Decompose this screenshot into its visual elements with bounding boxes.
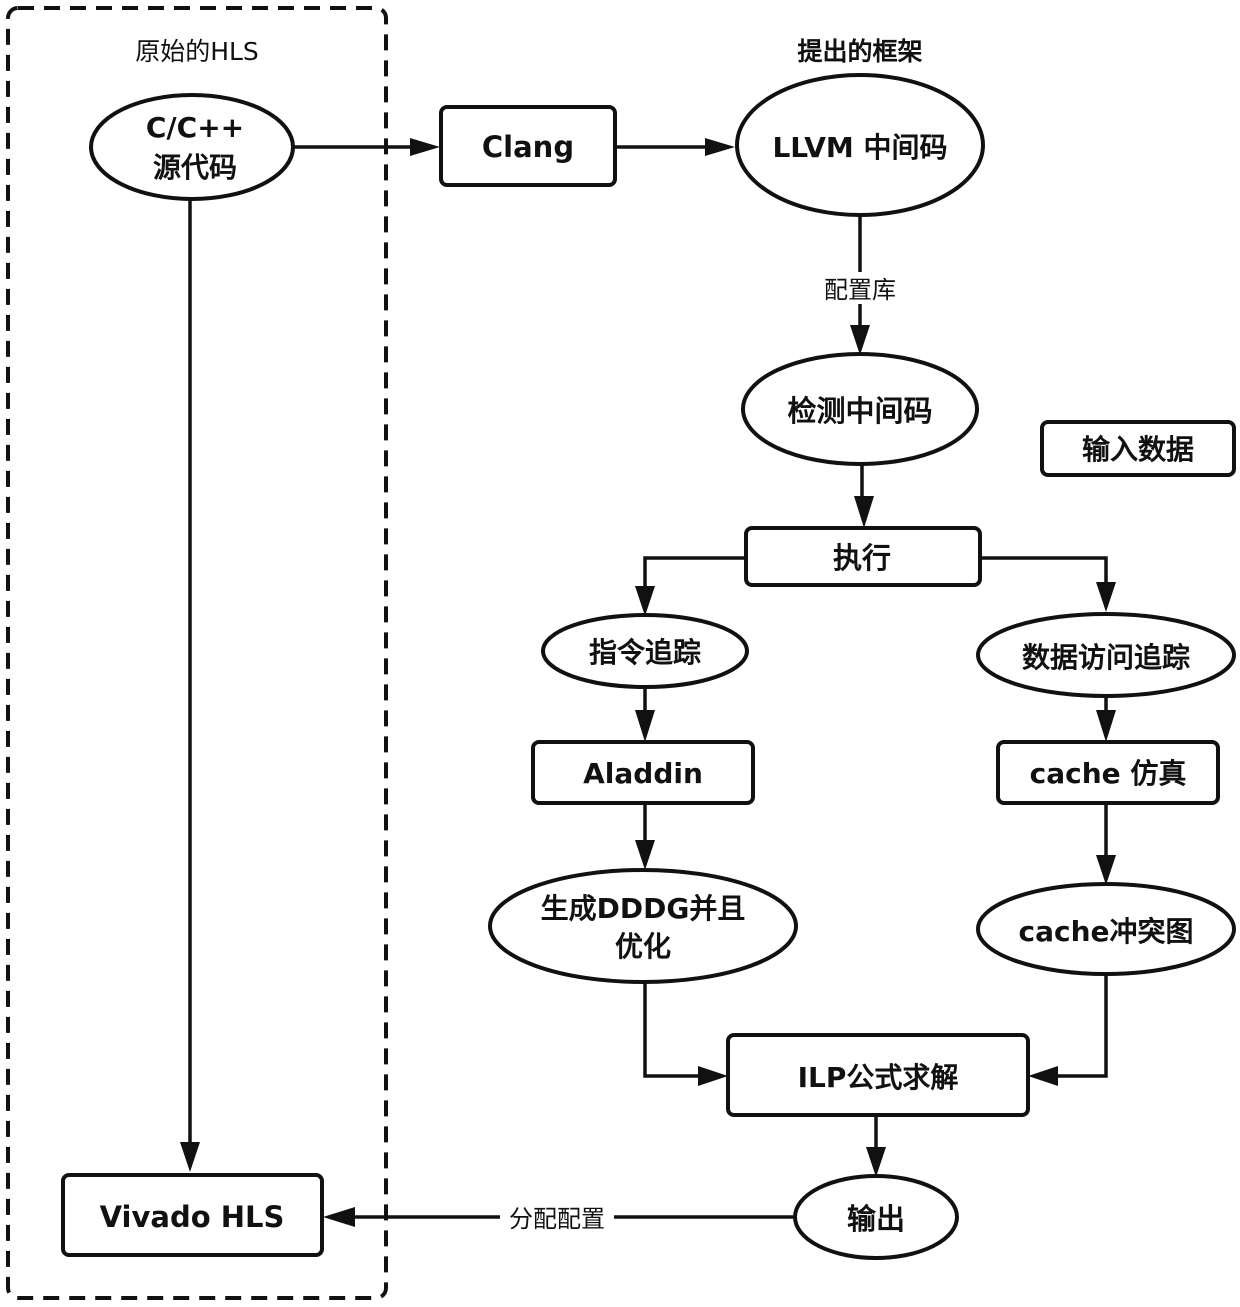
svg-text:Clang: Clang <box>482 130 574 164</box>
node-ilp-solve[interactable]: ILP公式求解 <box>726 1033 1030 1117</box>
edge-label-assign-config: 分配配置 <box>509 1205 605 1233</box>
svg-text:cache冲突图: cache冲突图 <box>1018 915 1193 948</box>
edge-conflict-ilp <box>1055 973 1108 1078</box>
edge-dddg-ilp <box>643 982 700 1078</box>
svg-text:C/C++: C/C++ <box>146 111 244 144</box>
arrowhead <box>635 840 655 870</box>
svg-text:cache 仿真: cache 仿真 <box>1030 757 1187 790</box>
node-instrumented-ir[interactable]: 检测中间码 <box>741 352 979 466</box>
edge-execute-inst-trace <box>643 556 746 590</box>
edge-label-config-lib: 配置库 <box>824 276 896 304</box>
svg-text:数据访问追踪: 数据访问追踪 <box>1022 641 1190 674</box>
arrowhead <box>854 496 874 528</box>
arrowhead <box>1028 1066 1058 1086</box>
node-llvm-ir[interactable]: LLVM 中间码 <box>735 73 985 217</box>
flowchart: 原始的HLS 提出的框架 配置库 分配配置 C/C++ 源代码 Clang LL… <box>6 6 1236 1300</box>
arrowhead <box>1096 582 1116 612</box>
svg-text:Aladdin: Aladdin <box>583 757 703 790</box>
svg-text:输入数据: 输入数据 <box>1082 433 1194 466</box>
original-hls-group-border <box>6 6 388 1300</box>
arrowhead <box>866 1147 886 1177</box>
arrowhead <box>410 138 440 156</box>
arrowhead <box>180 1142 200 1172</box>
svg-text:检测中间码: 检测中间码 <box>787 394 932 428</box>
arrowhead <box>705 138 735 156</box>
svg-text:LLVM 中间码: LLVM 中间码 <box>772 131 947 164</box>
node-execute[interactable]: 执行 <box>744 526 982 587</box>
node-clang[interactable]: Clang <box>439 105 617 187</box>
arrowhead <box>635 710 655 742</box>
svg-text:ILP公式求解: ILP公式求解 <box>798 1061 959 1094</box>
svg-text:生成DDDG并且: 生成DDDG并且 <box>541 892 746 925</box>
arrowhead <box>850 325 870 355</box>
node-aladdin[interactable]: Aladdin <box>531 740 755 805</box>
svg-text:执行: 执行 <box>833 541 891 575</box>
node-cache-conflict-graph[interactable]: cache冲突图 <box>976 882 1236 976</box>
node-cache-simulation[interactable]: cache 仿真 <box>996 740 1220 805</box>
arrowhead <box>698 1066 728 1086</box>
svg-text:输出: 输出 <box>847 1202 905 1236</box>
node-data-access-trace[interactable]: 数据访问追踪 <box>976 612 1236 698</box>
original-hls-group-title: 原始的HLS <box>135 37 259 66</box>
arrowhead <box>635 586 655 616</box>
arrowhead <box>1096 710 1116 742</box>
svg-text:Vivado HLS: Vivado HLS <box>100 1200 285 1234</box>
node-input-data[interactable]: 输入数据 <box>1040 420 1236 477</box>
svg-text:优化: 优化 <box>615 930 671 963</box>
arrowhead <box>323 1207 355 1227</box>
arrowhead <box>1096 855 1116 885</box>
node-dddg-optimize[interactable]: 生成DDDG并且 优化 <box>488 868 798 984</box>
node-vivado-hls[interactable]: Vivado HLS <box>61 1173 324 1257</box>
node-source[interactable]: C/C++ 源代码 <box>89 93 295 201</box>
edge-execute-data-trace <box>980 556 1108 585</box>
svg-text:源代码: 源代码 <box>153 151 237 184</box>
svg-text:指令追踪: 指令追踪 <box>589 636 701 669</box>
node-output[interactable]: 输出 <box>793 1174 959 1260</box>
proposed-framework-group-title: 提出的框架 <box>797 37 922 66</box>
node-instruction-trace[interactable]: 指令追踪 <box>541 613 749 689</box>
